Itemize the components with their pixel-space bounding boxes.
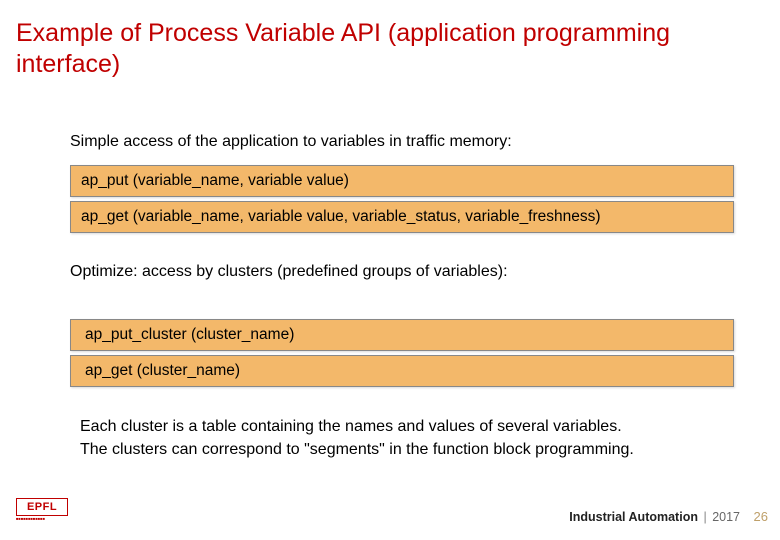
footer-text: Industrial Automation | 2017: [569, 510, 740, 524]
epfl-logo-subtext: ■■■■■■■■■■■■: [16, 517, 68, 522]
api-box-get: ap_get (variable_name, variable value, v…: [70, 201, 734, 233]
footer-sep: |: [703, 510, 706, 524]
slide: Example of Process Variable API (applica…: [0, 0, 780, 540]
note-line-1: Each cluster is a table containing the n…: [80, 415, 724, 438]
intro-text: Simple access of the application to vari…: [70, 133, 734, 151]
slide-content: Simple access of the application to vari…: [16, 133, 764, 461]
epfl-logo-text: EPFL: [16, 498, 68, 516]
page-number: 26: [754, 509, 768, 524]
optimize-text: Optimize: access by clusters (predefined…: [70, 263, 734, 281]
epfl-logo: EPFL ■■■■■■■■■■■■: [16, 498, 68, 524]
footer-year: 2017: [712, 510, 740, 524]
api-box-get-cluster: ap_get (cluster_name): [70, 355, 734, 387]
api-box-put-cluster: ap_put_cluster (cluster_name): [70, 319, 734, 351]
note-block: Each cluster is a table containing the n…: [70, 415, 734, 461]
slide-title: Example of Process Variable API (applica…: [16, 18, 764, 81]
note-line-2: The clusters can correspond to "segments…: [80, 438, 724, 461]
footer: EPFL ■■■■■■■■■■■■ Industrial Automation …: [0, 494, 780, 530]
api-box-put: ap_put (variable_name, variable value): [70, 165, 734, 197]
footer-course: Industrial Automation: [569, 510, 698, 524]
